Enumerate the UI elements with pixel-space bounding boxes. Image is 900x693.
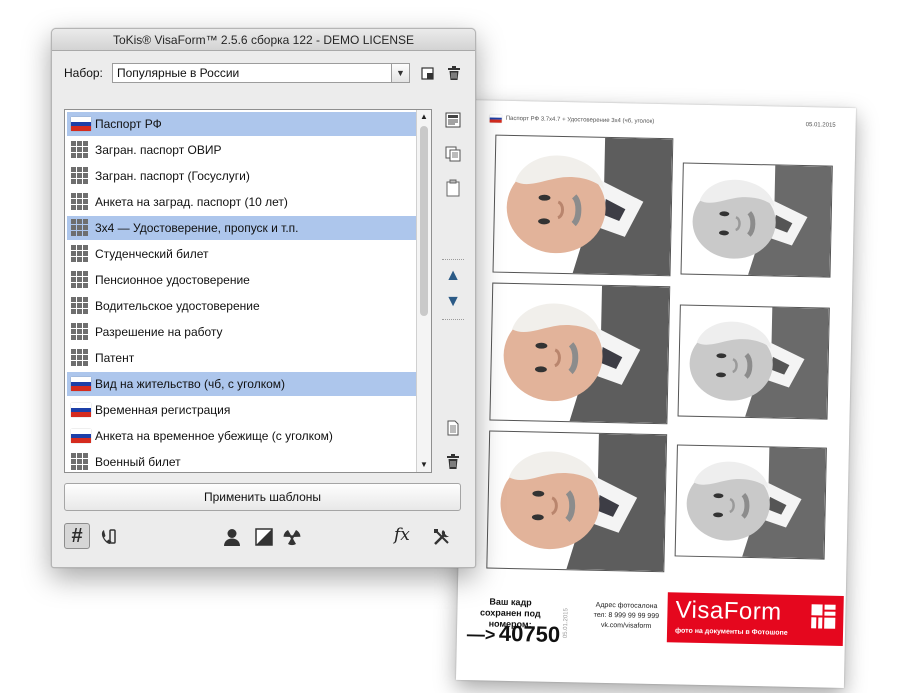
list-item-label: Загран. паспорт (Госуслуги) bbox=[95, 169, 250, 183]
list-item[interactable]: Вид на жительство (чб, с уголком) bbox=[67, 372, 416, 396]
visaform-logo: VisaForm фото на документы в Фотошопе bbox=[666, 592, 844, 646]
photo-large-2 bbox=[489, 282, 671, 425]
set-select[interactable]: Популярные в России ▼ bbox=[112, 63, 410, 83]
visaform-panel: ToKis® VisaForm™ 2.5.6 сборка 122 - DEMO… bbox=[51, 28, 476, 568]
list-item-label: Анкета на заград. паспорт (10 лет) bbox=[95, 195, 288, 209]
sheet-header: Паспорт РФ 3.7x4.7 + Удостоверение 3x4 (… bbox=[489, 114, 836, 131]
bottom-toolbar: # fx bbox=[52, 523, 475, 559]
list-item-label: Пенсионное удостоверение bbox=[95, 273, 250, 287]
list-item-label: Патент bbox=[95, 351, 135, 365]
person-icon[interactable] bbox=[222, 527, 242, 547]
template-list[interactable]: Паспорт РФ Загран. паспорт ОВИР Загран. па… bbox=[64, 109, 432, 473]
set-select-value: Популярные в России bbox=[117, 66, 240, 80]
frame-number: 40750 bbox=[498, 620, 561, 648]
photo-large-3 bbox=[486, 430, 668, 573]
scroll-up-icon[interactable]: ▲ bbox=[417, 110, 431, 124]
list-item[interactable]: Патент bbox=[67, 346, 416, 370]
arrow-text: —> bbox=[466, 624, 496, 645]
list-item[interactable]: Загран. паспорт (Госуслуги) bbox=[67, 164, 416, 188]
sheet-title: Паспорт РФ 3.7x4.7 + Удостоверение 3x4 (… bbox=[505, 115, 655, 125]
grid-icon bbox=[71, 271, 91, 288]
grid-icon bbox=[71, 141, 91, 158]
list-item-label: Военный билет bbox=[95, 455, 181, 469]
list-item-label: Временная регистрация bbox=[95, 403, 231, 417]
russian-flag-icon bbox=[489, 114, 502, 123]
list-item-label: Загран. паспорт ОВИР bbox=[95, 143, 222, 157]
fx-icon[interactable]: fx bbox=[394, 525, 410, 545]
list-item[interactable]: Анкета на временное убежище (с уголком) bbox=[67, 424, 416, 448]
list-item[interactable]: Анкета на заград. паспорт (10 лет) bbox=[67, 190, 416, 214]
grid-icon bbox=[71, 219, 91, 236]
list-item[interactable]: Загран. паспорт ОВИР bbox=[67, 138, 416, 162]
list-item[interactable]: Водительское удостоверение bbox=[67, 294, 416, 318]
move-down-icon[interactable]: ▼ bbox=[444, 293, 462, 311]
list-item-label: Студенческий билет bbox=[95, 247, 209, 261]
sheet-date: 05.01.2015 bbox=[805, 122, 836, 129]
photo-small-2 bbox=[677, 304, 830, 420]
list-item-label: Водительское удостоверение bbox=[95, 299, 260, 313]
set-selector-row: Набор: Популярные в России ▼ bbox=[64, 63, 463, 83]
tools-icon[interactable] bbox=[432, 527, 452, 547]
radiation-icon[interactable] bbox=[282, 527, 302, 547]
photo-large-1 bbox=[492, 134, 674, 277]
photo-small-1 bbox=[680, 162, 833, 278]
list-item-label: Разрешение на работу bbox=[95, 325, 223, 339]
new-template-icon[interactable] bbox=[444, 419, 462, 437]
contrast-icon[interactable] bbox=[254, 527, 274, 547]
paste-icon[interactable] bbox=[444, 179, 462, 197]
list-item[interactable]: Военный билет bbox=[67, 450, 416, 472]
photo-small-3 bbox=[674, 444, 827, 560]
logo-grid-icon bbox=[811, 604, 836, 629]
scroll-down-icon[interactable]: ▼ bbox=[417, 458, 431, 472]
list-item[interactable]: Паспорт РФ bbox=[67, 112, 416, 136]
new-set-icon[interactable] bbox=[420, 65, 436, 81]
russian-flag-icon bbox=[71, 403, 91, 417]
logo-tagline: фото на документы в Фотошопе bbox=[674, 627, 788, 637]
delete-template-icon[interactable] bbox=[444, 453, 462, 471]
sheet-footer: Ваш кадр сохранен под номером: —> 40750 … bbox=[466, 588, 844, 664]
grid-icon bbox=[71, 193, 91, 210]
scrollbar[interactable]: ▲ ▼ bbox=[416, 110, 431, 472]
list-item[interactable]: Пенсионное удостоверение bbox=[67, 268, 416, 292]
scroll-thumb[interactable] bbox=[420, 126, 428, 316]
divider bbox=[442, 259, 464, 260]
russian-flag-icon bbox=[71, 429, 91, 443]
list-item-label: Анкета на временное убежище (с уголком) bbox=[95, 429, 333, 443]
list-item-label: Вид на жительство (чб, с уголком) bbox=[95, 377, 285, 391]
layout-view-icon[interactable] bbox=[444, 111, 462, 129]
grid-icon bbox=[71, 453, 91, 470]
russian-flag-icon bbox=[71, 117, 91, 131]
set-label: Набор: bbox=[64, 66, 103, 80]
window-title[interactable]: ToKis® VisaForm™ 2.5.6 сборка 122 - DEMO… bbox=[52, 29, 475, 51]
russian-flag-icon bbox=[71, 377, 91, 391]
grid-icon bbox=[71, 245, 91, 262]
studio-info: Адрес фотосалона тел: 8 999 99 99 999 vk… bbox=[587, 601, 666, 633]
grid-toggle-icon[interactable]: # bbox=[64, 523, 90, 549]
phone-icon[interactable] bbox=[98, 527, 118, 547]
list-item[interactable]: Студенческий билет bbox=[67, 242, 416, 266]
grid-icon bbox=[71, 167, 91, 184]
studio-link: vk.com/visaform bbox=[600, 621, 652, 630]
move-up-icon[interactable]: ▲ bbox=[444, 267, 462, 285]
grid-icon bbox=[71, 349, 91, 366]
list-item-label: 3x4 — Удостоверение, пропуск и т.п. bbox=[95, 221, 299, 235]
list-item[interactable]: Временная регистрация bbox=[67, 398, 416, 422]
grid-icon bbox=[71, 323, 91, 340]
list-item[interactable]: Разрешение на работу bbox=[67, 320, 416, 344]
trash-icon[interactable] bbox=[446, 65, 462, 81]
vertical-date: 05.01.2015 bbox=[562, 608, 570, 639]
list-item[interactable]: 3x4 — Удостоверение, пропуск и т.п. bbox=[67, 216, 416, 240]
grid-icon bbox=[71, 297, 91, 314]
print-preview-sheet: Паспорт РФ 3.7x4.7 + Удостоверение 3x4 (… bbox=[455, 100, 857, 688]
apply-templates-button[interactable]: Применить шаблоны bbox=[64, 483, 461, 511]
list-item-label: Паспорт РФ bbox=[95, 117, 162, 131]
divider bbox=[442, 319, 464, 320]
chevron-down-icon[interactable]: ▼ bbox=[391, 64, 409, 82]
copy-icon[interactable] bbox=[444, 145, 462, 163]
logo-word: VisaForm bbox=[675, 596, 782, 626]
